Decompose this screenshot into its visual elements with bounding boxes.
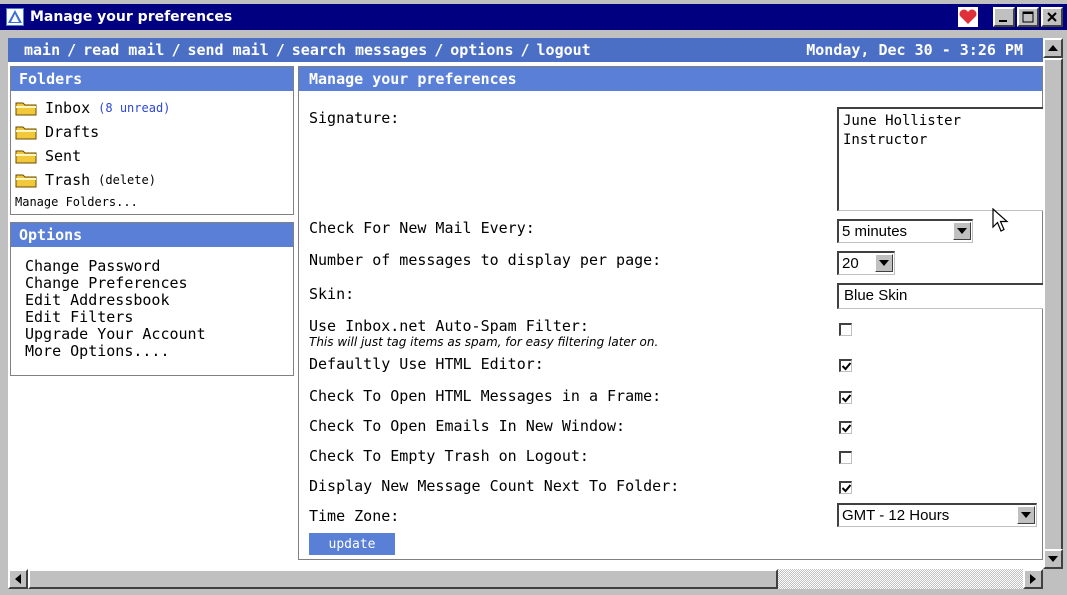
empty-trash-label: Check To Empty Trash on Logout:: [309, 447, 589, 465]
top-nav: main / read mail / send mail / search me…: [8, 38, 1043, 62]
change-password-link[interactable]: Change Password: [11, 258, 293, 275]
folder-trash[interactable]: Trash (delete): [11, 168, 293, 192]
vertical-scrollbar[interactable]: [1043, 38, 1063, 569]
nav-datetime: Monday, Dec 30 - 3:26 PM: [806, 41, 1023, 59]
spam-filter-checkbox[interactable]: [839, 323, 852, 336]
trash-delete-link[interactable]: (delete): [98, 173, 156, 187]
spam-filter-label: Use Inbox.net Auto-Spam Filter: This wil…: [309, 317, 658, 349]
more-options-link[interactable]: More Options....: [11, 343, 293, 360]
arrow-down-icon: [1048, 556, 1058, 562]
html-frame-label: Check To Open HTML Messages in a Frame:: [309, 387, 662, 405]
edit-addressbook-link[interactable]: Edit Addressbook: [11, 292, 293, 309]
nav-options[interactable]: options: [450, 41, 513, 59]
mouse-cursor-icon: [992, 208, 1009, 232]
horizontal-scrollbar[interactable]: [8, 569, 1043, 589]
empty-trash-checkbox[interactable]: [839, 451, 852, 464]
change-preferences-link[interactable]: Change Preferences: [11, 275, 293, 292]
signature-textarea[interactable]: June Hollister Instructor: [837, 107, 1043, 211]
app-icon: [6, 8, 24, 26]
folder-icon: [15, 126, 37, 140]
checkmark-icon: [841, 362, 852, 371]
folders-panel: Folders Inbox (8 unread) Drafts Sent Tra…: [10, 66, 294, 215]
per-page-select[interactable]: 20: [837, 251, 895, 275]
scroll-right-button[interactable]: [1023, 569, 1043, 589]
nav-separator: /: [520, 41, 530, 59]
checkmark-icon: [841, 484, 852, 493]
folder-sent[interactable]: Sent: [11, 144, 293, 168]
folder-icon: [15, 150, 37, 164]
timezone-select[interactable]: GMT - 12 Hours: [837, 503, 1037, 527]
nav-send-mail[interactable]: send mail: [187, 41, 268, 59]
folder-sent-label: Sent: [45, 147, 82, 165]
maximize-button[interactable]: [1017, 7, 1039, 27]
dropdown-arrow-icon[interactable]: [953, 222, 971, 240]
checkmark-icon: [841, 424, 852, 433]
close-button[interactable]: [1041, 7, 1063, 27]
message-count-label: Display New Message Count Next To Folder…: [309, 477, 680, 495]
page-viewport: main / read mail / send mail / search me…: [8, 38, 1043, 569]
preferences-panel: Manage your preferences Signature: June …: [298, 66, 1043, 560]
html-editor-label: Defaultly Use HTML Editor:: [309, 355, 544, 373]
options-panel: Options Change Password Change Preferenc…: [10, 222, 294, 376]
html-editor-checkbox[interactable]: [839, 359, 852, 372]
nav-logout[interactable]: logout: [537, 41, 591, 59]
nav-separator: /: [171, 41, 181, 59]
browser-window: Manage your preferences main / read mail…: [0, 0, 1067, 595]
spam-filter-sublabel: This will just tag items as spam, for ea…: [309, 335, 659, 349]
manage-folders-link[interactable]: Manage Folders...: [11, 195, 293, 209]
folder-icon: [15, 102, 37, 116]
folders-header: Folders: [11, 67, 293, 91]
dropdown-arrow-icon[interactable]: [875, 254, 893, 272]
inbox-unread-count[interactable]: (8 unread): [98, 101, 170, 115]
arrow-right-icon: [1030, 574, 1036, 584]
window-title: Manage your preferences: [30, 9, 233, 25]
options-header: Options: [11, 223, 293, 247]
folder-inbox[interactable]: Inbox (8 unread): [11, 96, 293, 120]
check-mail-label: Check For New Mail Every:: [309, 219, 535, 237]
title-bar: Manage your preferences: [0, 4, 1067, 30]
per-page-value: 20: [842, 255, 859, 272]
nav-separator: /: [275, 41, 285, 59]
folder-inbox-label: Inbox: [45, 99, 91, 117]
vertical-scroll-thumb[interactable]: [1043, 58, 1063, 554]
upgrade-account-link[interactable]: Upgrade Your Account: [11, 326, 293, 343]
per-page-label: Number of messages to display per page:: [309, 251, 662, 269]
skin-input[interactable]: Blue Skin: [837, 283, 1043, 309]
arrow-left-icon: [15, 574, 21, 584]
folder-drafts[interactable]: Drafts: [11, 120, 293, 144]
edit-filters-link[interactable]: Edit Filters: [11, 309, 293, 326]
timezone-value: GMT - 12 Hours: [842, 507, 950, 524]
horizontal-scroll-track[interactable]: [778, 569, 1023, 589]
checkmark-icon: [841, 394, 852, 403]
update-button[interactable]: update: [309, 533, 395, 555]
nav-separator: /: [67, 41, 77, 59]
nav-separator: /: [434, 41, 444, 59]
preferences-header: Manage your preferences: [299, 67, 1042, 91]
nav-read-mail[interactable]: read mail: [83, 41, 164, 59]
spam-filter-title: Use Inbox.net Auto-Spam Filter:: [309, 317, 589, 335]
scroll-down-button[interactable]: [1043, 549, 1063, 569]
signature-label: Signature:: [309, 109, 400, 127]
folder-drafts-label: Drafts: [45, 123, 100, 141]
dropdown-arrow-icon[interactable]: [1017, 506, 1035, 524]
folder-icon: [15, 174, 37, 188]
new-window-checkbox[interactable]: [839, 421, 852, 434]
skin-label: Skin:: [309, 285, 355, 303]
check-mail-select[interactable]: 5 minutes: [837, 219, 973, 243]
horizontal-scroll-thumb[interactable]: [28, 569, 778, 589]
folder-trash-label: Trash: [45, 171, 91, 189]
window-controls: [993, 7, 1063, 27]
arrow-up-icon: [1048, 45, 1058, 51]
timezone-label: Time Zone:: [309, 507, 400, 525]
scroll-up-button[interactable]: [1043, 38, 1063, 58]
new-window-label: Check To Open Emails In New Window:: [309, 417, 626, 435]
check-mail-value: 5 minutes: [842, 223, 908, 240]
minimize-button[interactable]: [993, 7, 1015, 27]
message-count-checkbox[interactable]: [839, 481, 852, 494]
nav-search-messages[interactable]: search messages: [292, 41, 427, 59]
html-frame-checkbox[interactable]: [839, 391, 852, 404]
nav-main[interactable]: main: [24, 41, 60, 59]
heart-icon[interactable]: [957, 6, 979, 28]
scroll-left-button[interactable]: [8, 569, 28, 589]
